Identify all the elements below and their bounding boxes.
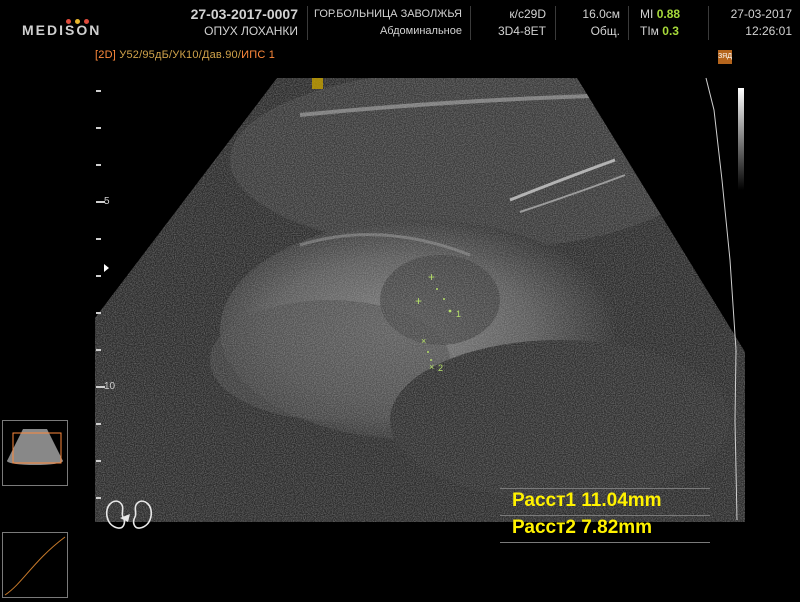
measurement-2: Расст2 7.82mm	[512, 517, 652, 539]
depth-label-5: 5	[104, 196, 110, 207]
depth-tick	[96, 312, 101, 314]
caliper-label-2: 2	[438, 363, 443, 373]
probe-orientation-icon: ЗЯД	[718, 50, 732, 64]
divider	[500, 515, 710, 516]
depth-tick	[96, 423, 101, 425]
sector-thumbnail[interactable]	[2, 420, 68, 486]
depth-tick	[96, 238, 101, 240]
sector-thumbnail-icon	[7, 429, 63, 465]
kidney-bodymarker-icon[interactable]	[104, 496, 154, 534]
depth-tick	[96, 127, 101, 129]
grayscale-bar	[738, 88, 744, 190]
depth-tick	[96, 90, 101, 92]
depth-scale: 5 10	[92, 70, 132, 530]
caliper-x-icon[interactable]: ×	[429, 362, 434, 372]
depth-tick	[96, 349, 101, 351]
gain-curve-icon	[4, 536, 66, 596]
depth-tick	[96, 275, 101, 277]
measurement-panel: Расст1 11.04mm Расст2 7.82mm	[500, 488, 710, 544]
measurement-1: Расст1 11.04mm	[512, 490, 662, 512]
depth-tick	[96, 460, 101, 462]
measurement-2-value: 7.82mm	[581, 517, 653, 538]
measurement-1-value: 11.04mm	[581, 490, 662, 511]
measurement-1-label: Расст1	[512, 490, 576, 511]
divider	[500, 488, 710, 489]
measurement-2-label: Расст2	[512, 517, 576, 538]
divider	[500, 542, 710, 543]
depth-label-10: 10	[104, 381, 116, 392]
focus-marker-icon[interactable]	[312, 78, 323, 89]
caliper-cross-icon[interactable]: +	[428, 270, 435, 284]
depth-tick	[96, 164, 101, 166]
probe-orientation-text: ЗЯД	[718, 53, 732, 60]
caliper-label-1: 1	[456, 309, 461, 319]
caliper-cross-icon[interactable]: +	[415, 294, 422, 308]
depth-tick	[96, 497, 101, 499]
gain-curve-thumbnail[interactable]	[2, 532, 68, 598]
caliper-x-icon[interactable]: ×	[421, 336, 426, 346]
